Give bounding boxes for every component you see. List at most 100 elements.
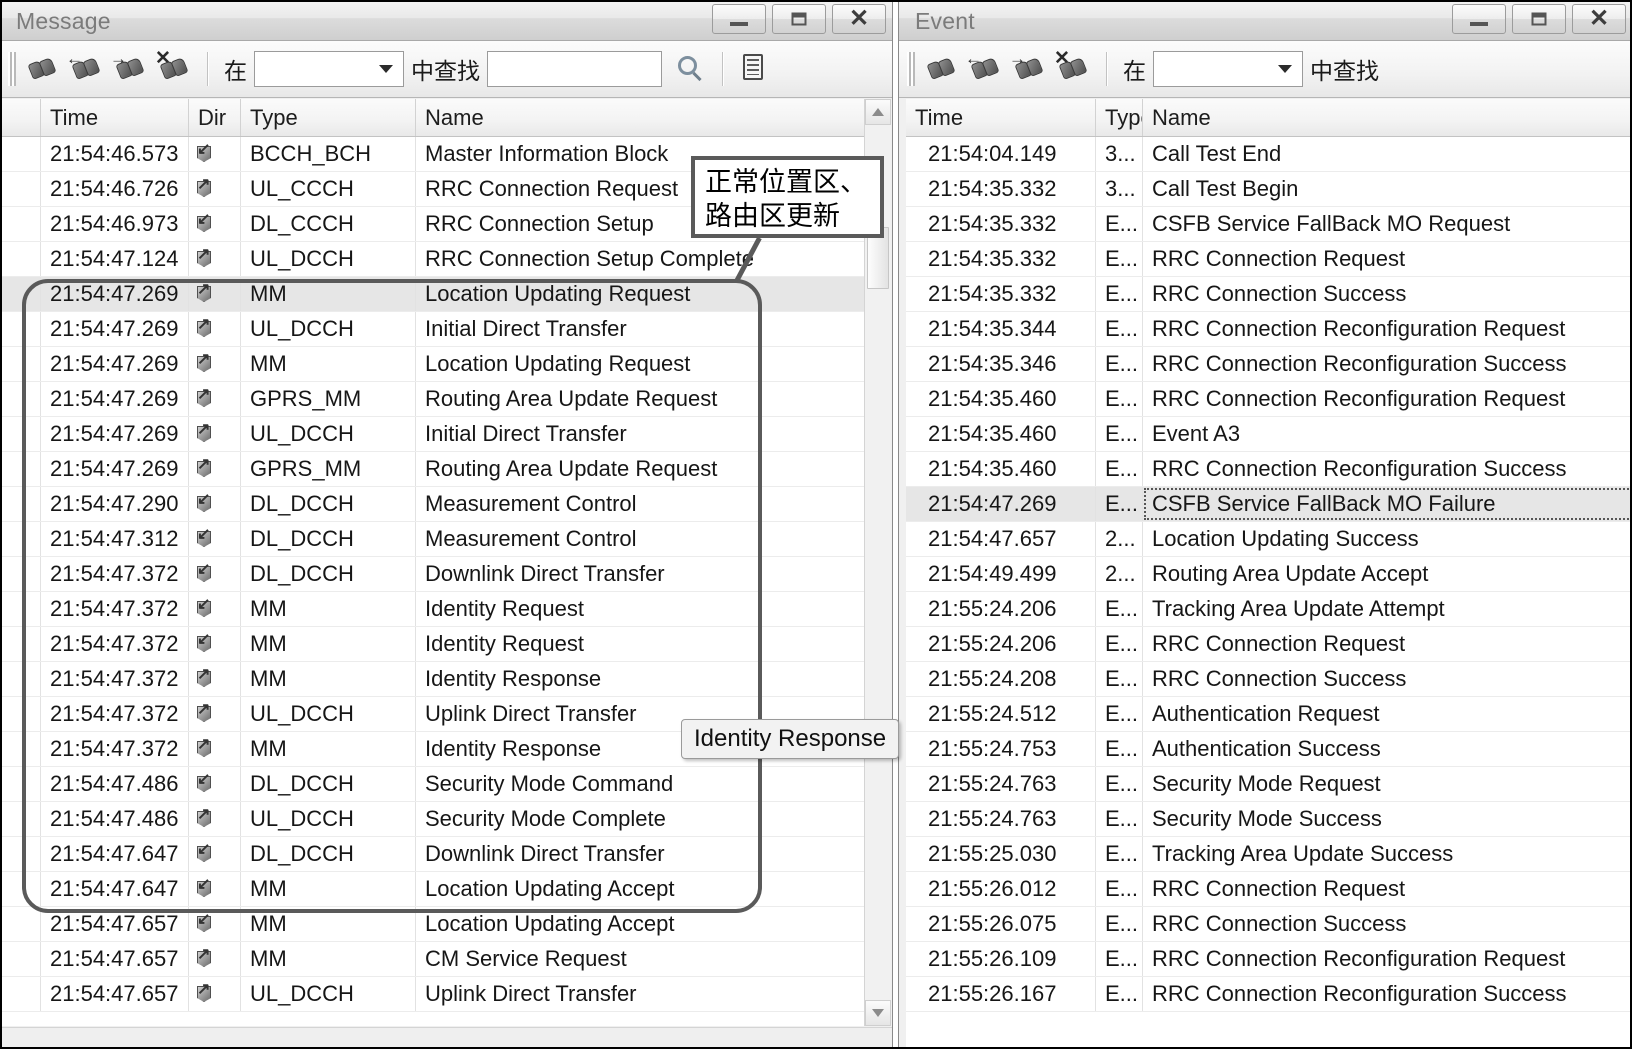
cell-dir: ↗ xyxy=(189,242,241,276)
cell-type: E... xyxy=(1096,347,1143,381)
table-row[interactable]: 21:54:49.499 2... Routing Area Update Acce… xyxy=(906,557,1632,592)
table-row[interactable]: 21:55:24.763 E... Security Mode Request xyxy=(906,767,1632,802)
cell-time: 21:54:47.647 xyxy=(41,872,189,906)
table-row[interactable]: 21:55:24.206 E... RRC Connection Request xyxy=(906,627,1632,662)
table-row[interactable]: 21:54:35.332 E... CSFB Service FallBack MO… xyxy=(906,207,1632,242)
table-row[interactable]: 21:54:35.346 E... RRC Connection Reconfigu… xyxy=(906,347,1632,382)
table-row[interactable]: 21:54:47.269 ↗ UL_DCCH Initial Direct Trans… xyxy=(1,417,864,452)
cell-dir: ↗ xyxy=(189,312,241,346)
column-header-type[interactable]: Type xyxy=(241,99,416,136)
table-row[interactable]: 21:54:35.344 E... RRC Connection Reconfigu… xyxy=(906,312,1632,347)
table-row[interactable]: 21:54:47.486 ↗ UL_DCCH Security Mode Comple… xyxy=(1,802,864,837)
column-header-name[interactable]: Name xyxy=(416,99,864,136)
find-clear-icon[interactable]: ✕ xyxy=(1054,48,1098,90)
cell-type: MM xyxy=(241,627,416,661)
find-next-icon[interactable]: → xyxy=(1009,48,1054,90)
table-row[interactable]: 21:54:35.460 E... Event A3 xyxy=(906,417,1632,452)
message-horizontal-scrollbar[interactable] xyxy=(1,1027,892,1049)
cell-dir: ↙ xyxy=(189,872,241,906)
close-button[interactable]: ✕ xyxy=(1572,4,1626,34)
search-input[interactable] xyxy=(487,51,662,87)
event-titlebar[interactable]: Event ✕ xyxy=(899,0,1632,41)
row-marker-cell xyxy=(1,522,41,556)
row-marker-cell xyxy=(1,837,41,871)
search-icon[interactable] xyxy=(670,48,714,90)
event-grid-header: Time Type Name xyxy=(906,99,1632,137)
cell-type: E... xyxy=(1096,487,1143,521)
binoculars-glyph xyxy=(1014,57,1044,80)
column-header-dir[interactable]: Dir xyxy=(189,99,241,136)
table-row[interactable]: 21:54:47.372 ↙ MM Identity Request xyxy=(1,627,864,662)
table-row[interactable]: 21:54:47.372 ↙ DL_DCCH Downlink Direct Tran… xyxy=(1,557,864,592)
table-row[interactable]: 21:54:04.149 3... Call Test End xyxy=(906,137,1632,172)
scroll-down-button[interactable] xyxy=(865,1000,891,1026)
table-row[interactable]: 21:54:47.657 2... Location Updating Succes… xyxy=(906,522,1632,557)
column-header-time[interactable]: Time xyxy=(41,99,189,136)
column-header-time[interactable]: Time xyxy=(906,99,1096,136)
table-row[interactable]: 21:54:35.332 3... Call Test Begin xyxy=(906,172,1632,207)
toolbar-separator xyxy=(207,52,209,86)
table-row[interactable]: 21:55:26.075 E... RRC Connection Success xyxy=(906,907,1632,942)
cell-name: Authentication Request xyxy=(1152,701,1380,726)
table-row[interactable]: 21:54:47.657 ↗ UL_DCCH Uplink Direct Transf… xyxy=(1,977,864,1012)
find-icon[interactable] xyxy=(23,48,67,90)
table-row[interactable]: 21:54:47.486 ↙ DL_DCCH Security Mode Comman… xyxy=(1,767,864,802)
table-row[interactable]: 21:54:47.269 ↗ MM Location Updating Request xyxy=(1,277,864,312)
cell-type: MM xyxy=(241,872,416,906)
table-row[interactable]: 21:54:47.657 ↙ MM Location Updating Accept xyxy=(1,907,864,942)
table-row[interactable]: 21:54:47.269 ↗ GPRS_MM Routing Area Update … xyxy=(1,382,864,417)
table-row[interactable]: 21:55:26.167 E... RRC Connection Reconfigu… xyxy=(906,977,1632,1012)
cell-name: RRC Connection Success xyxy=(1152,666,1407,691)
find-icon[interactable] xyxy=(922,48,966,90)
table-row[interactable]: 21:54:47.372 ↙ MM Identity Request xyxy=(1,592,864,627)
cell-type: DL_DCCH xyxy=(241,767,416,801)
find-previous-icon[interactable]: ← xyxy=(66,48,111,90)
table-row[interactable]: 21:54:35.332 E... RRC Connection Success xyxy=(906,277,1632,312)
find-clear-icon[interactable]: ✕ xyxy=(155,48,199,90)
table-row[interactable]: 21:54:47.312 ↙ DL_DCCH Measurement Control xyxy=(1,522,864,557)
minimize-button[interactable] xyxy=(712,4,766,34)
find-next-icon[interactable]: → xyxy=(110,48,155,90)
maximize-button[interactable] xyxy=(772,4,826,34)
table-row[interactable]: 21:55:24.753 E... Authentication Success xyxy=(906,732,1632,767)
report-icon[interactable] xyxy=(732,48,776,90)
cell-dir: ↙ xyxy=(189,627,241,661)
search-scope-combo[interactable] xyxy=(254,51,404,87)
table-row[interactable]: 21:55:24.208 E... RRC Connection Success xyxy=(906,662,1632,697)
table-row[interactable]: 21:55:24.763 E... Security Mode Success xyxy=(906,802,1632,837)
downlink-arrow-icon: ↙ xyxy=(195,772,215,795)
table-row[interactable]: 21:55:26.109 E... RRC Connection Reconfigu… xyxy=(906,942,1632,977)
maximize-button[interactable] xyxy=(1512,4,1566,34)
message-vertical-scrollbar[interactable] xyxy=(864,99,891,1026)
table-row[interactable]: 21:55:25.030 E... Tracking Area Update Suc… xyxy=(906,837,1632,872)
column-header-marker[interactable] xyxy=(1,99,41,136)
cell-type: E... xyxy=(1096,942,1143,976)
table-row[interactable]: 21:54:47.290 ↙ DL_DCCH Measurement Control xyxy=(1,487,864,522)
table-row[interactable]: 21:54:47.372 ↗ MM Identity Response xyxy=(1,662,864,697)
close-button[interactable]: ✕ xyxy=(832,4,886,34)
table-row[interactable]: 21:54:47.657 ↗ MM CM Service Request xyxy=(1,942,864,977)
scroll-up-button[interactable] xyxy=(865,99,891,125)
find-previous-icon[interactable]: ← xyxy=(965,48,1010,90)
table-row[interactable]: 21:55:26.012 E... RRC Connection Request xyxy=(906,872,1632,907)
table-row[interactable]: 21:54:35.460 E... RRC Connection Reconfigu… xyxy=(906,452,1632,487)
table-row[interactable]: 21:54:47.269 ↗ GPRS_MM Routing Area Update … xyxy=(1,452,864,487)
table-row[interactable]: 21:54:47.269 E... CSFB Service FallBack MO… xyxy=(906,487,1632,522)
toolbar-drag-handle[interactable] xyxy=(907,52,916,86)
message-titlebar[interactable]: Message ✕ xyxy=(0,0,892,41)
table-row[interactable]: 21:54:47.124 ↗ UL_DCCH RRC Connection Setup… xyxy=(1,242,864,277)
table-row[interactable]: 21:54:47.647 ↙ MM Location Updating Accept xyxy=(1,872,864,907)
table-row[interactable]: 21:55:24.512 E... Authentication Request xyxy=(906,697,1632,732)
minimize-button[interactable] xyxy=(1452,4,1506,34)
column-header-name[interactable]: Name xyxy=(1143,99,1632,136)
table-row[interactable]: 21:54:47.269 ↗ MM Location Updating Request xyxy=(1,347,864,382)
table-row[interactable]: 21:54:47.647 ↙ DL_DCCH Downlink Direct Tran… xyxy=(1,837,864,872)
table-row[interactable]: 21:54:47.269 ↗ UL_DCCH Initial Direct Trans… xyxy=(1,312,864,347)
search-scope-combo[interactable] xyxy=(1153,51,1303,87)
table-row[interactable]: 21:54:35.332 E... RRC Connection Request xyxy=(906,242,1632,277)
column-header-type[interactable]: Type xyxy=(1096,99,1143,136)
downlink-arrow-icon: ↙ xyxy=(195,597,215,620)
table-row[interactable]: 21:54:35.460 E... RRC Connection Reconfigu… xyxy=(906,382,1632,417)
toolbar-drag-handle[interactable] xyxy=(8,52,17,86)
table-row[interactable]: 21:55:24.206 E... Tracking Area Update Att… xyxy=(906,592,1632,627)
